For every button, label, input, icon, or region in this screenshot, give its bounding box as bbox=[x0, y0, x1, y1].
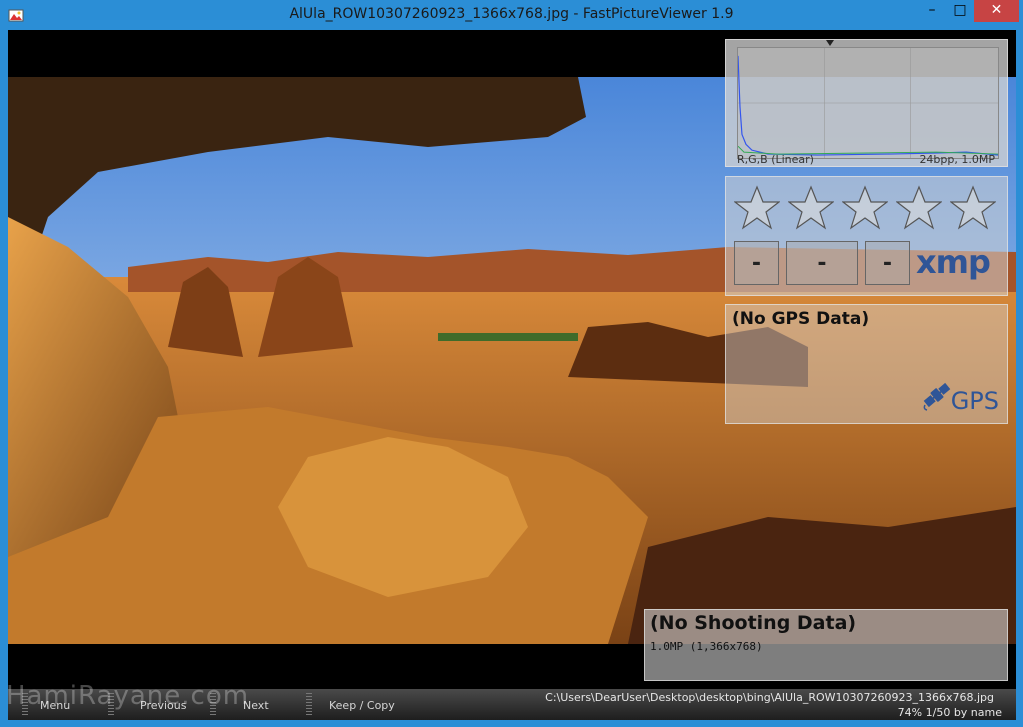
tag-box-1[interactable]: - bbox=[734, 241, 779, 285]
gps-logo: GPS bbox=[950, 387, 999, 415]
grip-handle bbox=[306, 693, 312, 715]
window-title: AlUla_ROW10307260923_1366x768.jpg - Fast… bbox=[289, 6, 734, 22]
histogram-marker-icon bbox=[826, 40, 834, 46]
star-icon[interactable] bbox=[734, 185, 780, 231]
star-icon[interactable] bbox=[842, 185, 888, 231]
satellite-icon bbox=[923, 382, 951, 411]
shooting-data-panel: (No Shooting Data) 1.0MP (1,366x768) bbox=[644, 609, 1008, 681]
tag-boxes: - - - xmp bbox=[734, 241, 1004, 285]
tag-box-2[interactable]: - bbox=[786, 241, 858, 285]
gps-status: (No GPS Data) bbox=[732, 309, 870, 329]
histogram-info: 24bpp, 1.0MP bbox=[919, 153, 995, 166]
minimize-button[interactable]: – bbox=[918, 0, 946, 22]
tag-box-3[interactable]: - bbox=[865, 241, 910, 285]
histogram-graph bbox=[737, 47, 999, 159]
star-icon[interactable] bbox=[950, 185, 996, 231]
keep-copy-button[interactable]: Keep / Copy bbox=[329, 699, 395, 712]
watermark-text: HamiRayane.com bbox=[6, 681, 250, 711]
gps-panel: (No GPS Data) GPS bbox=[725, 304, 1008, 424]
star-rating[interactable] bbox=[734, 185, 1004, 235]
image-viewport[interactable]: R,G,B (Linear) 24bpp, 1.0MP - - - xmp (N… bbox=[8, 30, 1016, 720]
rating-panel: - - - xmp bbox=[725, 176, 1008, 296]
histogram-channel-label: R,G,B (Linear) bbox=[737, 153, 814, 166]
image-resolution: 1.0MP (1,366x768) bbox=[650, 640, 763, 653]
title-bar: AlUla_ROW10307260923_1366x768.jpg - Fast… bbox=[0, 0, 1023, 30]
xmp-logo: xmp bbox=[916, 243, 991, 281]
star-icon[interactable] bbox=[896, 185, 942, 231]
shooting-status: (No Shooting Data) bbox=[650, 612, 857, 634]
histogram-panel[interactable]: R,G,B (Linear) 24bpp, 1.0MP bbox=[725, 39, 1008, 167]
star-icon[interactable] bbox=[788, 185, 834, 231]
file-path: C:\Users\DearUser\Desktop\desktop\bing\A… bbox=[545, 691, 994, 704]
close-button[interactable]: ✕ bbox=[974, 0, 1019, 22]
zoom-position-info: 74% 1/50 by name bbox=[897, 706, 1002, 719]
maximize-button[interactable]: □ bbox=[946, 0, 974, 22]
